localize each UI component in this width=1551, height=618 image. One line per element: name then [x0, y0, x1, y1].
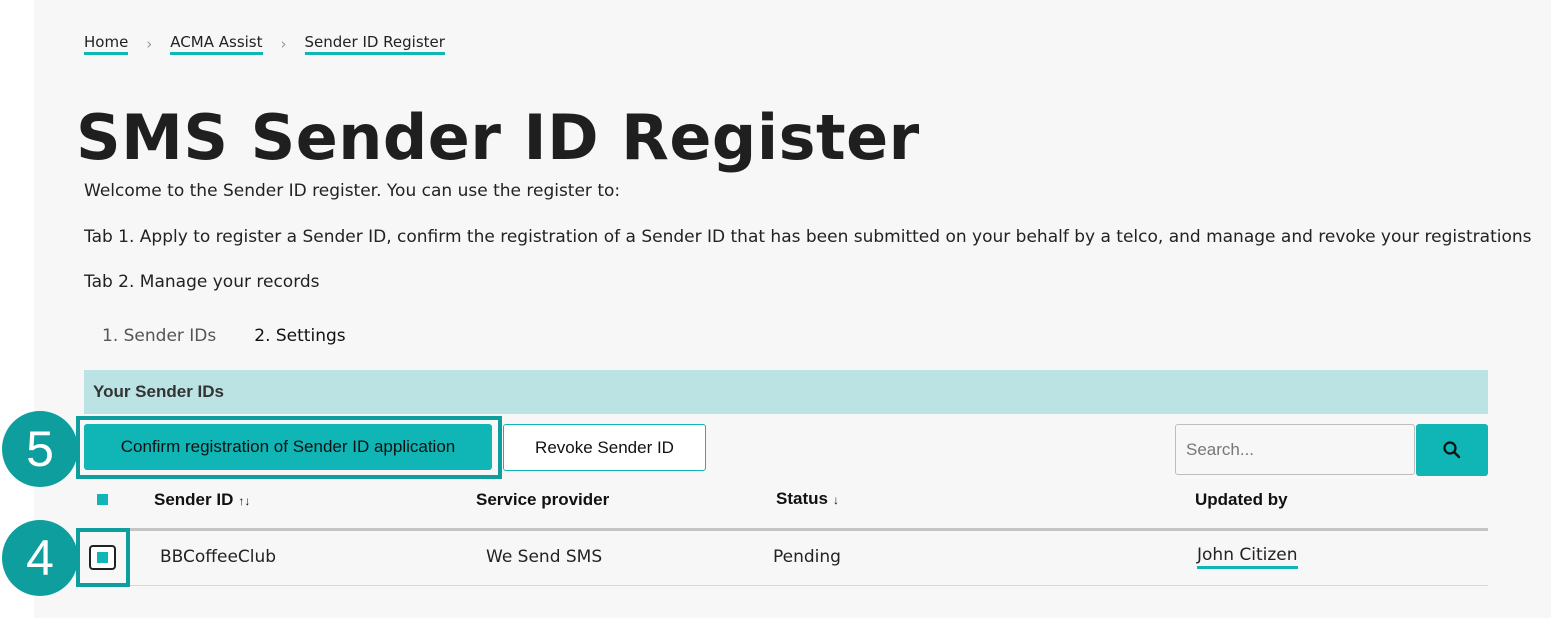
intro-text: Welcome to the Sender ID register. You c…	[84, 181, 621, 201]
column-header-label: Status	[776, 489, 828, 508]
cell-updated-by: John Citizen	[1197, 545, 1298, 569]
chevron-right-icon: ›	[146, 35, 153, 53]
page-title: SMS Sender ID Register	[76, 101, 920, 174]
search-icon	[1443, 441, 1461, 459]
sort-down-icon[interactable]: ↓	[833, 493, 839, 507]
cell-service-provider: We Send SMS	[486, 547, 603, 567]
table-row-divider	[84, 585, 1488, 586]
revoke-sender-id-button[interactable]: Revoke Sender ID	[503, 424, 706, 471]
tab-sender-ids[interactable]: 1. Sender IDs	[102, 326, 216, 346]
breadcrumb-home-link[interactable]: Home	[84, 33, 129, 55]
section-header: Your Sender IDs	[84, 370, 1488, 414]
breadcrumb: Home › ACMA Assist › Sender ID Register	[84, 33, 445, 55]
sort-both-icon[interactable]: ↑↓	[238, 494, 250, 508]
select-all-checkbox[interactable]	[97, 494, 108, 505]
breadcrumb-acma-assist-link[interactable]: ACMA Assist	[170, 33, 263, 55]
step-4-highlight	[76, 528, 130, 587]
intro-tab1-text: Tab 1. Apply to register a Sender ID, co…	[84, 227, 1532, 247]
chevron-right-icon: ›	[280, 35, 287, 53]
step-5-badge: 5	[2, 411, 78, 487]
column-header-sender-id[interactable]: Sender ID ↑↓	[154, 490, 250, 510]
intro-tab2-text: Tab 2. Manage your records	[84, 272, 320, 292]
updated-by-link[interactable]: John Citizen	[1197, 545, 1298, 569]
table-header-divider	[84, 528, 1488, 531]
breadcrumb-sender-id-register-link[interactable]: Sender ID Register	[304, 33, 445, 55]
step-5-highlight	[76, 416, 502, 479]
cell-sender-id: BBCoffeeClub	[160, 547, 277, 567]
column-header-label: Updated by	[1195, 490, 1288, 509]
column-header-label: Sender ID	[154, 490, 234, 509]
search-button[interactable]	[1416, 424, 1488, 476]
page-background	[34, 0, 1551, 618]
column-header-updated-by: Updated by	[1195, 490, 1288, 510]
tab-settings[interactable]: 2. Settings	[254, 326, 345, 346]
tab-list: 1. Sender IDs 2. Settings	[102, 326, 384, 346]
search-input[interactable]	[1175, 424, 1415, 475]
column-header-label: Service provider	[476, 490, 610, 509]
cell-status: Pending	[773, 547, 841, 567]
step-4-badge: 4	[2, 520, 78, 596]
column-header-status[interactable]: Status ↓	[776, 489, 839, 509]
column-header-service-provider: Service provider	[476, 490, 609, 510]
